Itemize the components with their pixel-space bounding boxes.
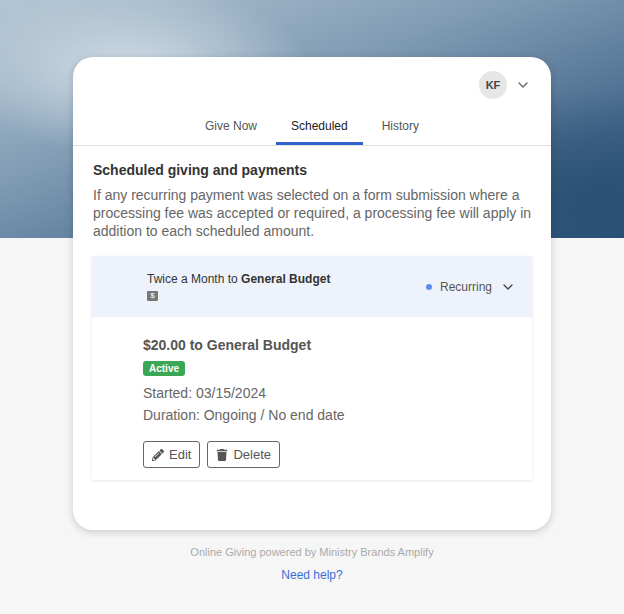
user-avatar[interactable]: KF [479, 71, 507, 99]
delete-button[interactable]: Delete [207, 441, 280, 468]
pencil-icon [152, 449, 164, 461]
edit-button[interactable]: Edit [143, 441, 200, 468]
schedule-title: Twice a Month to General Budget [147, 272, 330, 286]
account-chevron-icon[interactable] [515, 77, 531, 93]
schedule-header[interactable]: Twice a Month to General Budget $ Recurrin… [92, 256, 532, 317]
trash-icon [216, 449, 228, 461]
page: KFGive NowScheduledHistoryScheduled givi… [0, 0, 624, 614]
schedule-amount: $20.00 to General Budget [143, 337, 311, 353]
schedule-body: $20.00 to General Budget Active Started: 0… [92, 317, 532, 480]
content: Scheduled giving and payments If any recu… [73, 146, 551, 480]
actions: Edit Delete [143, 441, 280, 468]
expand-chevron-icon[interactable] [500, 279, 516, 295]
tab-bar: Give NowScheduledHistory [73, 109, 551, 146]
top-bar: KF [73, 57, 551, 99]
giving-card: KFGive NowScheduledHistoryScheduled givi… [73, 57, 551, 530]
heading: Scheduled giving and payments [93, 162, 532, 178]
start-date: Started: 03/15/2024 [143, 385, 266, 401]
status-badge: Active [143, 361, 185, 376]
status-dot [426, 284, 432, 290]
tab[interactable]: Give Now [190, 109, 272, 145]
footer: Online Giving powered by Ministry Brands… [190, 546, 433, 590]
duration: Duration: Ongoing / No end date [143, 407, 345, 423]
dollar-badge: $ [147, 291, 158, 301]
schedule-item: Twice a Month to General Budget $ Recurrin… [92, 256, 532, 480]
notice: If any recurring payment was selected on… [93, 186, 532, 240]
powered-by: Online Giving powered by Ministry Brands… [190, 546, 433, 558]
tab[interactable]: Scheduled [276, 109, 363, 145]
tab[interactable]: History [367, 109, 434, 145]
help-link[interactable]: Need help? [281, 568, 342, 582]
schedule-type: Recurring [440, 280, 492, 294]
